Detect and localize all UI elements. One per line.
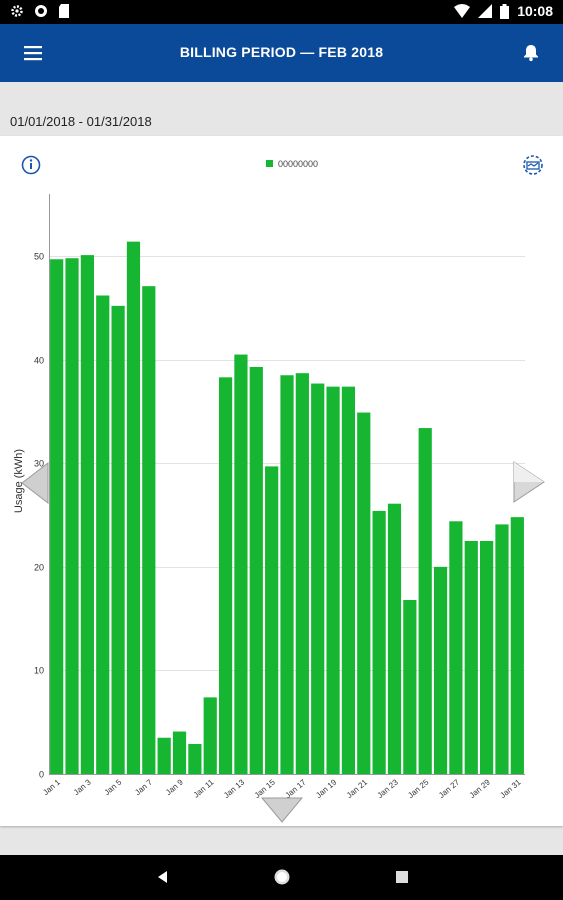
chart-card: 00000000 Usage (kWh) 0 10 20 30 40 50 Jan 1 Jan… xyxy=(0,136,563,826)
x-tick-label: Jan 3 xyxy=(72,777,93,797)
bell-icon[interactable] xyxy=(521,42,541,62)
info-icon[interactable] xyxy=(21,155,41,175)
bar xyxy=(449,521,463,774)
y-tick-label: 20 xyxy=(34,563,44,573)
x-tick-label: Jan 17 xyxy=(283,777,308,800)
billing-date-range: 01/01/2018 - 01/31/2018 xyxy=(10,114,152,129)
bar xyxy=(403,600,417,774)
bar xyxy=(510,517,524,774)
bar xyxy=(50,259,64,774)
bar xyxy=(188,743,202,774)
recents-icon[interactable] xyxy=(395,870,409,884)
bar xyxy=(495,524,509,774)
x-tick-label: Jan 21 xyxy=(345,777,370,800)
bar xyxy=(295,373,309,774)
battery-icon xyxy=(500,3,510,19)
usage-chart: 00000000 Usage (kWh) 01020304050Jan 1 Jan… xyxy=(13,155,545,823)
bar xyxy=(341,386,356,774)
bar xyxy=(265,466,279,774)
bar xyxy=(157,737,171,774)
x-tick-label: Jan 25 xyxy=(406,777,431,800)
x-tick-label: Jan 1 xyxy=(41,777,62,797)
bar xyxy=(326,386,340,774)
x-tick-label: Jan 11 xyxy=(192,777,216,799)
bar xyxy=(80,255,94,775)
y-tick-label: 50 xyxy=(34,252,44,262)
bar xyxy=(480,540,494,774)
status-icons-right: 10:08 xyxy=(454,3,553,19)
y-axis-title: Usage (kWh) xyxy=(13,449,25,513)
bar xyxy=(387,503,402,774)
previous-arrow-button[interactable] xyxy=(21,461,49,505)
bar xyxy=(234,354,248,774)
y-tick-label: 0 xyxy=(39,770,44,780)
bar xyxy=(126,241,141,774)
legend-swatch xyxy=(266,160,273,167)
x-tick-label: Jan 5 xyxy=(103,777,124,797)
bar xyxy=(203,697,217,774)
bar xyxy=(433,566,448,774)
status-icons-left xyxy=(10,4,70,18)
clock: 10:08 xyxy=(517,3,553,19)
page-title: BILLING PERIOD — FEB 2018 xyxy=(179,44,384,60)
next-arrow-button[interactable] xyxy=(513,461,545,503)
status-bar: 10:08 xyxy=(0,0,563,24)
x-tick-label: Jan 27 xyxy=(437,777,462,800)
bar xyxy=(65,258,79,775)
bar xyxy=(357,412,371,774)
x-tick-label: Jan 9 xyxy=(164,777,185,797)
back-icon[interactable] xyxy=(156,870,170,884)
bar xyxy=(172,731,187,774)
x-tick-label: Jan 19 xyxy=(314,777,339,800)
settings-icon xyxy=(11,5,23,17)
wifi-icon xyxy=(454,4,471,18)
bar xyxy=(96,295,110,774)
bar xyxy=(464,540,478,774)
bar xyxy=(311,383,325,774)
bar xyxy=(142,286,156,774)
bar xyxy=(280,375,294,774)
x-tick-label: Jan 29 xyxy=(468,777,493,800)
bar xyxy=(111,305,125,774)
scroll-down-arrow-button[interactable] xyxy=(260,797,304,823)
navigation-bar xyxy=(0,855,563,900)
chart-legend: 00000000 xyxy=(266,159,318,169)
signal-icon xyxy=(478,4,493,18)
y-tick-label: 40 xyxy=(34,356,44,366)
record-icon xyxy=(35,5,47,17)
y-tick-label: 10 xyxy=(34,666,44,676)
chart-settings-icon[interactable] xyxy=(523,155,543,175)
app-bar: BILLING PERIOD — FEB 2018 xyxy=(0,24,563,82)
sd-card-icon xyxy=(59,4,69,18)
bar xyxy=(372,510,386,774)
x-tick-label: Jan 7 xyxy=(133,777,154,797)
legend-label: 00000000 xyxy=(278,159,318,169)
bar xyxy=(418,428,432,774)
bar xyxy=(249,366,263,774)
x-tick-label: Jan 23 xyxy=(376,777,401,800)
x-tick-label: Jan 13 xyxy=(222,777,247,800)
home-icon[interactable] xyxy=(273,868,291,886)
x-tick-label: Jan 31 xyxy=(498,777,523,800)
bar xyxy=(218,377,233,774)
x-tick-label: Jan 15 xyxy=(253,777,278,800)
